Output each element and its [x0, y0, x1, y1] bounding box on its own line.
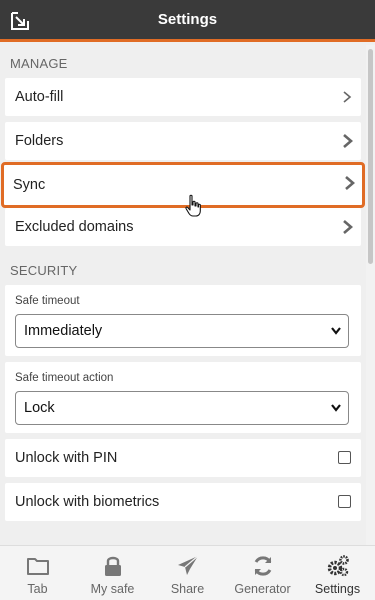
settings-item-label: Folders — [15, 133, 64, 149]
bottom-tab-bar: Tab My safe Share Generator Settings — [0, 545, 375, 600]
folder-icon — [26, 558, 49, 575]
tab-label: My safe — [90, 582, 135, 596]
unlock-with-biometrics-checkbox[interactable] — [338, 495, 351, 508]
section-title-security: SECURITY — [10, 263, 78, 278]
settings-item-label: Excluded domains — [15, 219, 134, 235]
settings-content[interactable]: MANAGE Auto-fill Folders Sync Excluded d… — [0, 45, 366, 545]
tab-settings[interactable]: Settings — [300, 546, 375, 600]
popout-icon[interactable] — [9, 10, 31, 32]
safe-timeout-action-card: Safe timeout action Lock — [5, 362, 361, 433]
tab-label: Settings — [314, 582, 361, 596]
lock-icon — [104, 556, 121, 576]
safe-timeout-action-select[interactable]: Lock — [15, 391, 349, 425]
unlock-with-biometrics-label: Unlock with biometrics — [15, 494, 160, 510]
settings-item-label: Auto-fill — [15, 89, 64, 105]
page-title: Settings — [157, 11, 218, 28]
chevron-right-icon — [343, 220, 353, 234]
tab-label: Generator — [234, 582, 291, 596]
chevron-down-icon — [331, 327, 341, 335]
gears-icon — [327, 555, 349, 577]
scrollbar[interactable] — [366, 45, 375, 545]
chevron-right-icon — [343, 134, 353, 148]
chevron-right-icon — [343, 91, 352, 103]
paper-plane-icon — [177, 555, 198, 575]
safe-timeout-select[interactable]: Immediately — [15, 314, 349, 348]
tab-tab[interactable]: Tab — [0, 546, 75, 600]
settings-item-label: Sync — [13, 177, 46, 193]
settings-item-excluded-domains[interactable]: Excluded domains — [5, 208, 361, 246]
unlock-with-pin-row[interactable]: Unlock with PIN — [5, 439, 361, 477]
refresh-icon — [254, 556, 271, 576]
safe-timeout-value: Immediately — [24, 323, 103, 339]
unlock-with-biometrics-row[interactable]: Unlock with biometrics — [5, 483, 361, 521]
hand-cursor-icon — [185, 194, 201, 217]
chevron-right-icon — [345, 176, 355, 190]
safe-timeout-card: Safe timeout Immediately — [5, 285, 361, 356]
chevron-down-icon — [331, 404, 341, 412]
scrollbar-thumb[interactable] — [368, 49, 373, 264]
unlock-with-pin-checkbox[interactable] — [338, 451, 351, 464]
settings-item-folders[interactable]: Folders — [5, 122, 361, 160]
tab-label: Tab — [27, 582, 48, 596]
unlock-with-pin-label: Unlock with PIN — [15, 450, 118, 466]
tab-label: Share — [170, 582, 205, 596]
settings-item-sync[interactable]: Sync — [1, 162, 365, 208]
tab-my-safe[interactable]: My safe — [75, 546, 150, 600]
app-header: Settings — [0, 0, 375, 42]
safe-timeout-label: Safe timeout — [15, 295, 80, 307]
tab-share[interactable]: Share — [150, 546, 225, 600]
safe-timeout-action-value: Lock — [24, 400, 55, 416]
tab-generator[interactable]: Generator — [225, 546, 300, 600]
safe-timeout-action-label: Safe timeout action — [15, 372, 114, 384]
settings-item-auto-fill[interactable]: Auto-fill — [5, 78, 361, 116]
section-title-manage: MANAGE — [10, 56, 68, 71]
